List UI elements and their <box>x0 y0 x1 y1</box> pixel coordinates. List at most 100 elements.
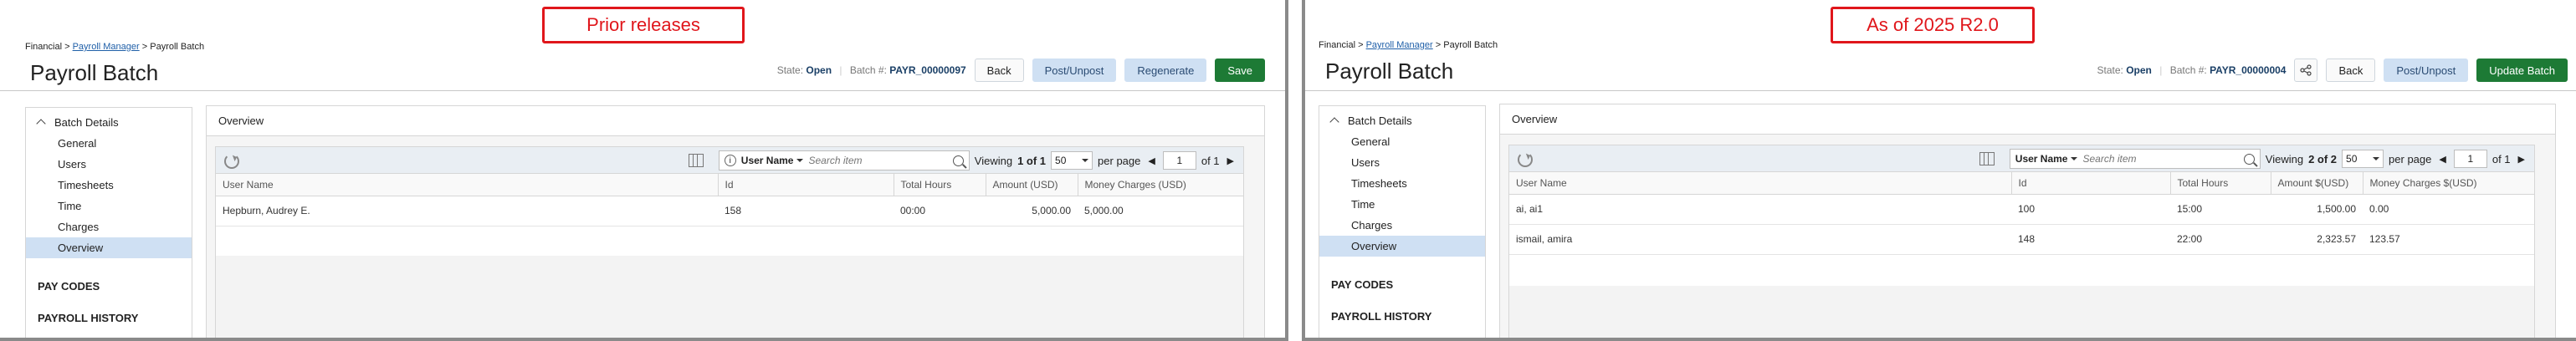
cell-total-hours: 00:00 <box>894 196 986 226</box>
content-title: Overview <box>1500 104 2555 135</box>
search-field-select[interactable]: User Name <box>2015 153 2078 165</box>
grid-empty-area <box>216 256 1243 338</box>
overview-grid: User Name Viewing 2 of 2 50 per page ◀ 1… <box>1508 145 2535 338</box>
sidebar-item-time[interactable]: Time <box>26 196 192 216</box>
cell-money-charges: 123.57 <box>2363 224 2534 255</box>
search-icon[interactable] <box>2243 153 2255 165</box>
chevron-right-icon[interactable]: ▶ <box>2516 154 2527 165</box>
sidebar-section-pay-codes[interactable]: PAY CODES <box>1319 268 1485 300</box>
column-header-total-hours[interactable]: Total Hours <box>894 174 986 196</box>
sidebar-item-timesheets[interactable]: Timesheets <box>1319 173 1485 194</box>
chevron-up-icon <box>1329 117 1339 127</box>
update-batch-button[interactable]: Update Batch <box>2476 59 2568 82</box>
batch-number: PAYR_00000004 <box>2210 64 2287 76</box>
sidebar-item-general[interactable]: General <box>26 133 192 154</box>
chevron-left-icon[interactable]: ◀ <box>2436 154 2448 165</box>
sidebar-header-batch-details[interactable]: Batch Details <box>26 111 192 133</box>
page-number-input[interactable]: 1 <box>2453 150 2487 168</box>
state-value: Open <box>806 64 832 76</box>
column-header-money-charges[interactable]: Money Charges $(USD) <box>2363 172 2534 195</box>
regenerate-button[interactable]: Regenerate <box>1124 59 1207 82</box>
table-row[interactable]: ismail, amira 148 22:00 2,323.57 123.57 <box>1509 224 2534 255</box>
header-actions: State: Open | Batch #: PAYR_00000097 Bac… <box>777 59 1265 82</box>
sidebar-item-general[interactable]: General <box>1319 131 1485 152</box>
column-header-amount[interactable]: Amount $(USD) <box>2271 172 2363 195</box>
sidebar-section-pay-codes[interactable]: PAY CODES <box>26 270 192 302</box>
overview-content: Overview i User Name Viewing 1 of 1 50 <box>206 105 1265 338</box>
sidebar-item-time[interactable]: Time <box>1319 194 1485 215</box>
back-button[interactable]: Back <box>2326 59 2376 82</box>
search-input[interactable] <box>808 155 948 166</box>
sidebar-item-charges[interactable]: Charges <box>1319 215 1485 236</box>
batch-meta: State: Open | Batch #: PAYR_00000097 <box>777 64 966 76</box>
state-label: State: <box>776 64 804 76</box>
column-header-id[interactable]: Id <box>718 174 894 196</box>
column-header-total-hours[interactable]: Total Hours <box>2170 172 2271 195</box>
breadcrumb: Financial > Payroll Manager > Payroll Ba… <box>25 42 204 52</box>
sidebar: Batch Details General Users Timesheets T… <box>25 107 192 338</box>
search-field-select[interactable]: User Name <box>741 155 804 166</box>
columns-icon[interactable] <box>1979 152 1995 165</box>
share-button[interactable] <box>2294 59 2318 82</box>
sidebar-item-charges[interactable]: Charges <box>26 216 192 237</box>
grid-empty-area <box>1509 286 2534 338</box>
table-header-row: User Name Id Total Hours Amount $(USD) M… <box>1509 172 2534 195</box>
sidebar-section-payroll-history[interactable]: PAYROLL HISTORY <box>1319 300 1485 332</box>
post-unpost-button[interactable]: Post/Unpost <box>2384 59 2469 82</box>
breadcrumb-current: Payroll Batch <box>150 42 205 52</box>
page-number-input[interactable]: 1 <box>1162 151 1196 170</box>
sidebar-header-batch-details[interactable]: Batch Details <box>1319 109 1485 131</box>
column-header-money-charges[interactable]: Money Charges (USD) <box>1078 174 1243 196</box>
content-title: Overview <box>207 106 1264 136</box>
page-title: Payroll Batch <box>30 60 159 85</box>
cell-user-name: ismail, amira <box>1509 224 2011 255</box>
viewing-range: 1 of 1 <box>1017 154 1047 167</box>
search-icon[interactable] <box>952 155 964 166</box>
sidebar-item-users[interactable]: Users <box>1319 152 1485 173</box>
per-page-select[interactable]: 50 <box>2342 150 2384 168</box>
refresh-icon[interactable] <box>1518 152 1533 167</box>
sidebar-section-payroll-history[interactable]: PAYROLL HISTORY <box>26 302 192 333</box>
breadcrumb-payroll-manager-link[interactable]: Payroll Manager <box>73 42 140 52</box>
meta-separator: | <box>839 64 842 76</box>
chevron-right-icon[interactable]: ▶ <box>1225 155 1237 166</box>
search-box: User Name <box>2009 149 2261 169</box>
page-total: of 1 <box>2491 152 2511 165</box>
column-header-user-name[interactable]: User Name <box>1509 172 2012 195</box>
cell-money-charges: 0.00 <box>2363 194 2534 225</box>
table-row[interactable]: Hepburn, Audrey E. 158 00:00 5,000.00 5,… <box>216 196 1243 226</box>
sidebar-item-timesheets[interactable]: Timesheets <box>26 175 192 196</box>
per-page-value: 50 <box>2346 153 2358 165</box>
breadcrumb: Financial > Payroll Manager > Payroll Ba… <box>1319 40 1498 50</box>
sidebar-item-overview[interactable]: Overview <box>1319 236 1485 257</box>
save-button[interactable]: Save <box>1215 59 1265 82</box>
breadcrumb-financial: Financial <box>1319 40 1356 50</box>
chevron-left-icon[interactable]: ◀ <box>1145 155 1157 166</box>
chevron-up-icon <box>36 119 46 129</box>
table-row[interactable]: ai, ai1 100 15:00 1,500.00 0.00 <box>1509 194 2534 225</box>
breadcrumb-payroll-manager-link[interactable]: Payroll Manager <box>1366 40 1433 50</box>
column-header-amount[interactable]: Amount (USD) <box>986 174 1078 196</box>
search-input[interactable] <box>2082 153 2239 165</box>
back-button[interactable]: Back <box>974 59 1024 82</box>
breadcrumb-current: Payroll Batch <box>1443 40 1498 50</box>
toolbar-controls: i User Name Viewing 1 of 1 50 per page ◀… <box>688 150 1237 170</box>
sidebar-item-users[interactable]: Users <box>26 154 192 175</box>
cell-id: 158 <box>718 196 894 226</box>
column-header-user-name[interactable]: User Name <box>216 174 719 196</box>
per-page-select[interactable]: 50 <box>1051 151 1093 170</box>
breadcrumb-separator: > <box>1435 40 1442 50</box>
sidebar-header-label: Batch Details <box>1348 114 1412 127</box>
cell-amount: 2,323.57 <box>2271 224 2363 255</box>
toolbar-controls: User Name Viewing 2 of 2 50 per page ◀ 1… <box>1979 149 2527 169</box>
refresh-icon[interactable] <box>224 154 239 169</box>
viewing-label: Viewing <box>2265 152 2304 165</box>
grid-toolbar: i User Name Viewing 1 of 1 50 per page ◀… <box>216 147 1243 174</box>
sidebar-item-overview[interactable]: Overview <box>26 237 192 258</box>
meta-separator: | <box>2159 64 2163 76</box>
columns-icon[interactable] <box>688 154 704 167</box>
post-unpost-button[interactable]: Post/Unpost <box>1032 59 1117 82</box>
column-header-id[interactable]: Id <box>2011 172 2171 195</box>
info-icon[interactable]: i <box>724 155 736 166</box>
page-title: Payroll Batch <box>1325 59 1454 84</box>
